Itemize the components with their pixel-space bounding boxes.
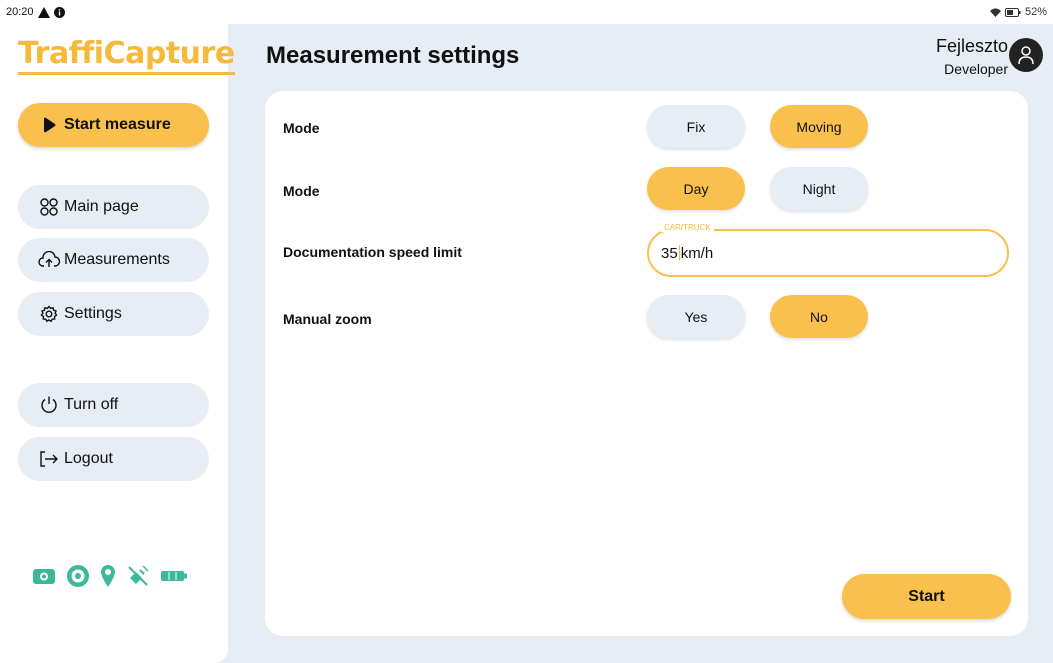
camera-icon [33, 569, 55, 584]
zoom-yes-button[interactable]: Yes [647, 295, 745, 338]
user-role: Developer [944, 61, 1008, 77]
gear-icon [38, 303, 60, 325]
speed-limit-legend: CAR/TRUCK [661, 223, 714, 232]
app-logo: TraffiCapture [18, 36, 235, 75]
start-button[interactable]: Start [842, 574, 1011, 619]
zoom-no-button[interactable]: No [770, 295, 868, 338]
avatar[interactable] [1009, 38, 1043, 72]
main-content: Measurement settings Fejleszto Developer… [228, 24, 1053, 663]
page-title: Measurement settings [266, 42, 520, 69]
location-pin-icon [101, 565, 115, 587]
user-info: Fejleszto Developer [936, 36, 1008, 77]
logout-icon [38, 448, 60, 470]
device-status-icons [32, 564, 188, 588]
speed-limit-unit: km/h [680, 244, 714, 262]
mode-night-button[interactable]: Night [770, 167, 868, 210]
sidebar-item-main-page[interactable]: Main page [18, 185, 209, 229]
sidebar-item-measurements[interactable]: Measurements [18, 238, 209, 282]
speed-limit-label: Documentation speed limit [283, 244, 462, 260]
status-time: 20:20 [6, 6, 34, 18]
start-measure-button[interactable]: Start measure [18, 103, 209, 147]
logout-button[interactable]: Logout [18, 437, 209, 481]
turn-off-button[interactable]: Turn off [18, 383, 209, 427]
info-icon [53, 6, 65, 18]
mode-fix-button[interactable]: Fix [647, 105, 745, 148]
satellite-off-icon [128, 565, 149, 586]
mode-moving-button[interactable]: Moving [770, 105, 868, 148]
logout-label: Logout [64, 450, 113, 467]
mode-label: Mode [283, 120, 320, 136]
warning-icon [37, 6, 50, 18]
sidebar: TraffiCapture Start measure Main page Me… [0, 24, 235, 663]
text-cursor [678, 245, 680, 261]
battery-status-icon [1004, 7, 1021, 17]
battery-percent: 52% [1024, 6, 1047, 18]
wifi-icon [989, 8, 1001, 17]
mode-day-button[interactable]: Day [647, 167, 745, 210]
sidebar-item-settings[interactable]: Settings [18, 292, 209, 336]
cloud-upload-icon [38, 249, 60, 271]
battery-icon [161, 571, 187, 581]
turn-off-label: Turn off [64, 396, 119, 413]
play-icon [38, 114, 60, 136]
sidebar-item-label: Settings [64, 305, 122, 322]
radar-icon [67, 565, 89, 587]
sidebar-item-label: Measurements [64, 251, 170, 268]
start-measure-label: Start measure [64, 116, 171, 133]
status-bar: 20:20 52% [0, 0, 1053, 24]
manual-zoom-label: Manual zoom [283, 311, 372, 327]
mode-label: Mode [283, 183, 320, 199]
power-icon [38, 394, 60, 416]
sidebar-item-label: Main page [64, 198, 139, 215]
grid-icon [38, 196, 60, 218]
settings-card: Mode Fix Moving Mode Day Night Documenta… [265, 91, 1028, 636]
user-icon [1018, 46, 1034, 65]
user-name: Fejleszto [935, 36, 1008, 56]
speed-limit-input[interactable]: CAR/TRUCK 35 km/h [647, 223, 1009, 277]
speed-limit-value: 35 [661, 244, 678, 262]
